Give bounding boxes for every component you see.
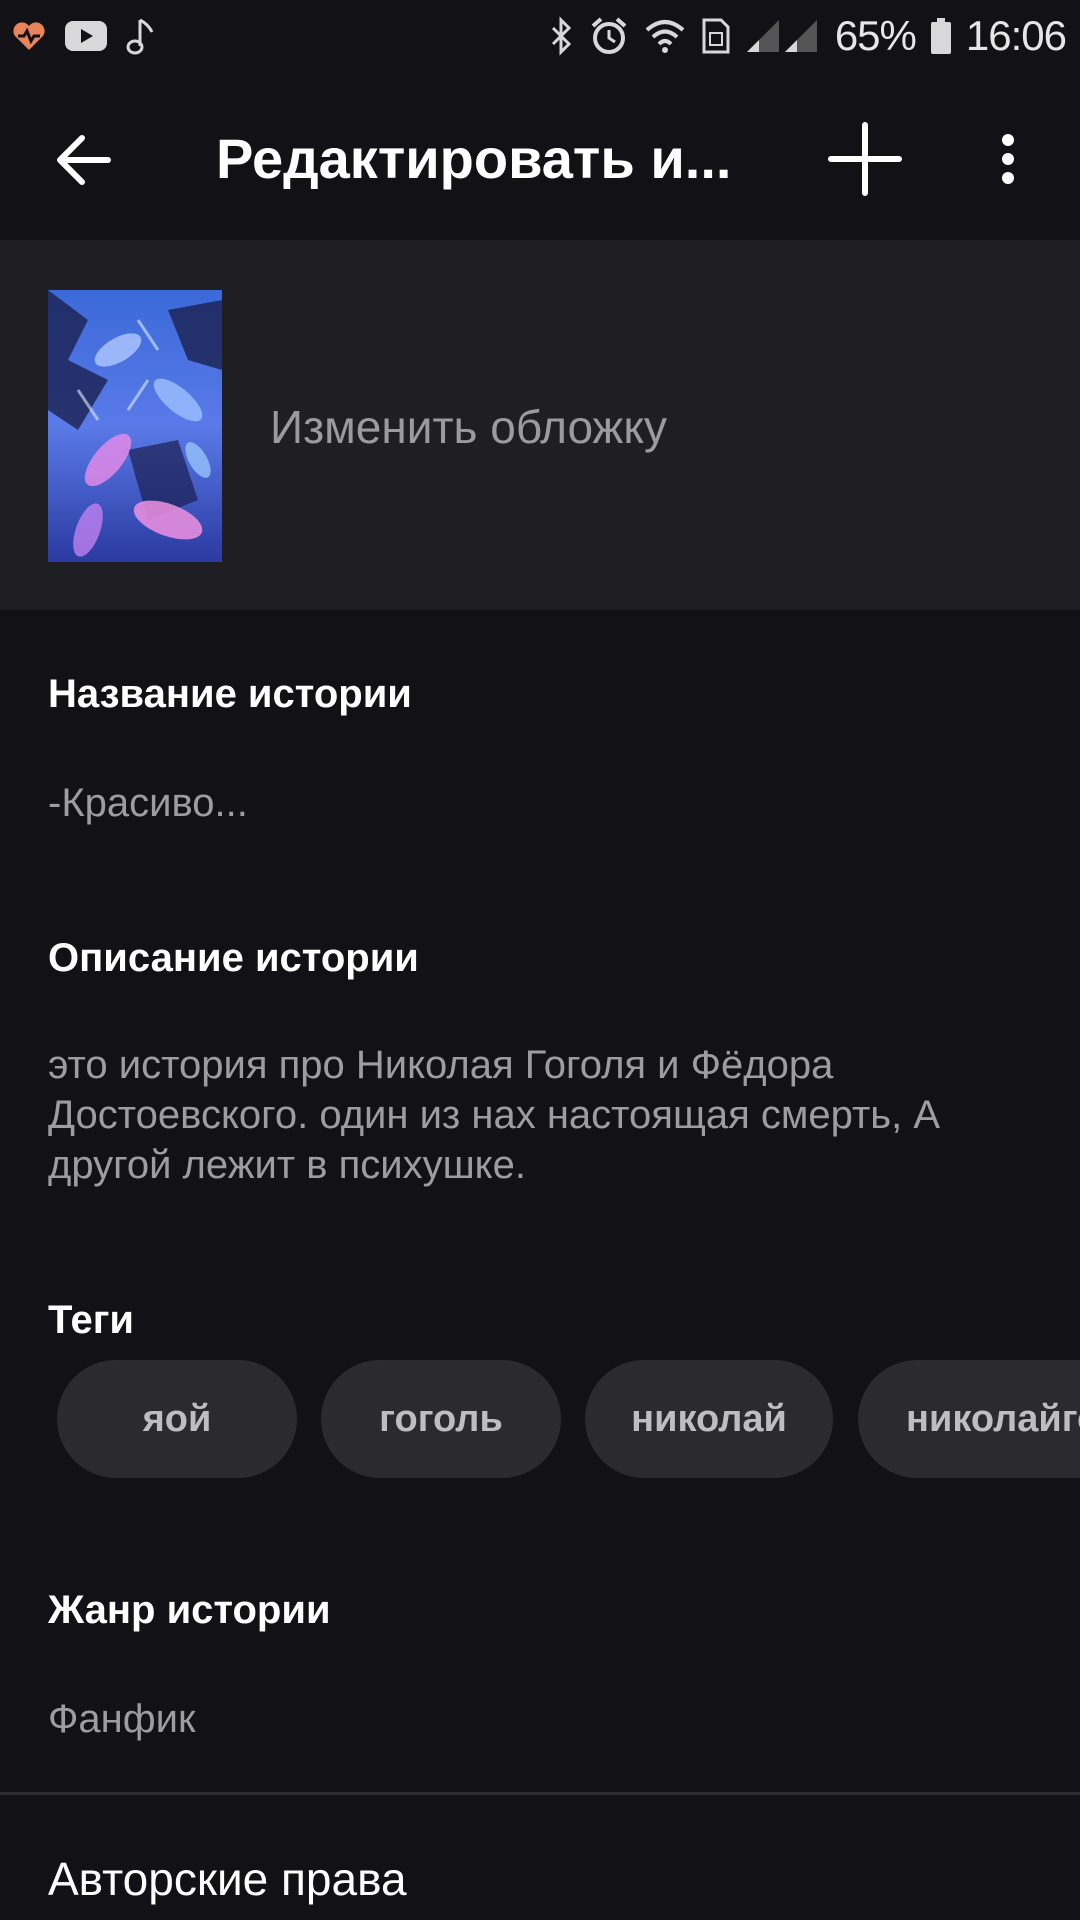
clock: 16:06 xyxy=(965,12,1067,59)
story-description-field[interactable]: это история про Николая Гоголя и Фёдора … xyxy=(48,1040,1028,1190)
tag-chip[interactable]: яой xyxy=(57,1360,297,1478)
copyright-item[interactable]: Авторские права xyxy=(48,1852,407,1906)
more-options-button[interactable] xyxy=(978,118,1038,204)
bluetooth-icon xyxy=(547,16,575,56)
genre-field[interactable]: Фанфик xyxy=(48,1694,196,1744)
battery-percent: 65% xyxy=(834,12,917,59)
more-vert-icon xyxy=(1000,133,1016,190)
wifi-icon xyxy=(643,18,687,54)
tag-chip[interactable]: николай xyxy=(585,1360,833,1478)
battery-icon xyxy=(930,17,952,55)
add-part-button[interactable] xyxy=(822,118,908,204)
status-bar: 65% 16:06 xyxy=(0,0,1080,76)
story-title-field[interactable]: -Красиво... xyxy=(48,778,248,828)
page-title: Редактировать и... xyxy=(216,127,732,190)
tags-heading: Теги xyxy=(48,1298,134,1342)
tags-list: яой гоголь николай николайго xyxy=(0,1360,1080,1480)
tag-chip[interactable]: николайго xyxy=(858,1360,1080,1478)
youtube-icon xyxy=(64,20,108,52)
sim-icon xyxy=(701,17,731,55)
arrow-left-icon xyxy=(56,134,112,191)
app-bar: Редактировать и... xyxy=(0,76,1080,240)
back-button[interactable] xyxy=(42,120,126,204)
music-note-icon xyxy=(126,16,156,56)
alarm-icon xyxy=(589,16,629,56)
story-description-heading: Описание истории xyxy=(48,936,419,980)
cover-section[interactable]: Изменить обложку xyxy=(0,240,1080,610)
health-heart-icon xyxy=(12,21,46,51)
genre-heading: Жанр истории xyxy=(48,1588,331,1632)
change-cover-label[interactable]: Изменить обложку xyxy=(270,400,667,454)
plus-icon xyxy=(827,121,903,202)
cover-thumbnail[interactable] xyxy=(48,290,222,562)
tag-chip[interactable]: гоголь xyxy=(321,1360,561,1478)
story-title-heading: Название истории xyxy=(48,672,412,716)
divider xyxy=(0,1792,1080,1795)
signal-icon xyxy=(745,18,821,54)
